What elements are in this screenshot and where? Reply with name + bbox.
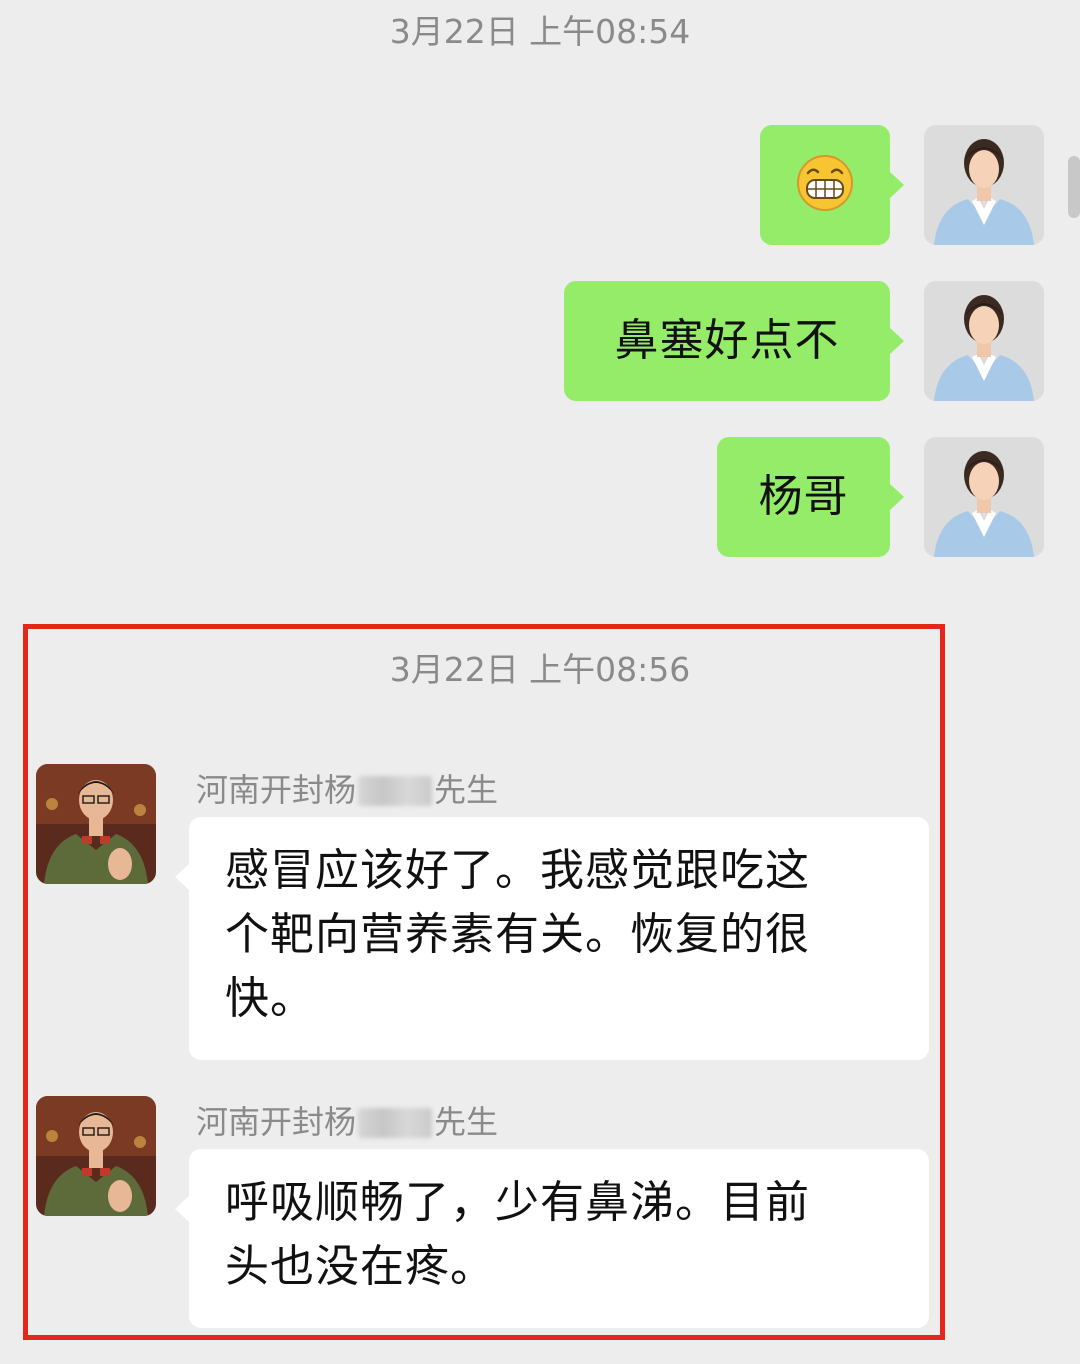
sender-name: 河南开封杨 先生 xyxy=(196,770,498,810)
sender-name-prefix: 河南开封杨 xyxy=(196,1103,357,1141)
message-text-line: 头也没在疼。 xyxy=(225,1241,495,1292)
message-text-line: 个靶向营养素有关。恢复的很 xyxy=(225,909,810,960)
grinning-face-emoji-icon xyxy=(796,154,854,216)
redacted-name-blur xyxy=(358,1108,433,1138)
sender-name: 河南开封杨 先生 xyxy=(196,1102,498,1142)
timestamp: 3月22日 上午08:54 xyxy=(389,12,691,51)
scrollbar[interactable] xyxy=(1068,156,1080,218)
contact-avatar[interactable] xyxy=(36,764,156,884)
sender-name-prefix: 河南开封杨 xyxy=(196,771,357,809)
self-avatar[interactable] xyxy=(924,125,1044,245)
redacted-name-blur xyxy=(358,776,433,806)
contact-avatar[interactable] xyxy=(36,1096,156,1216)
message-bubble-outgoing[interactable]: 鼻塞好点不 xyxy=(564,281,904,401)
message-text-line: 呼吸顺畅了，少有鼻涕。目前 xyxy=(225,1177,810,1228)
message-text-line: 感冒应该好了。我感觉跟吃这 xyxy=(225,845,810,896)
message-bubble-incoming[interactable]: 呼吸顺畅了，少有鼻涕。目前 头也没在疼。 xyxy=(175,1149,929,1328)
message-text: 杨哥 xyxy=(758,471,849,522)
message-bubble-outgoing[interactable] xyxy=(760,125,904,245)
message-bubble-outgoing[interactable]: 杨哥 xyxy=(717,437,904,557)
message-bubble-incoming[interactable]: 感冒应该好了。我感觉跟吃这 个靶向营养素有关。恢复的很 快。 xyxy=(175,817,929,1060)
message-text: 鼻塞好点不 xyxy=(614,315,840,366)
self-avatar[interactable] xyxy=(924,437,1044,557)
message-text-line: 快。 xyxy=(225,973,315,1024)
sender-name-suffix: 先生 xyxy=(434,771,499,809)
timestamp: 3月22日 上午08:56 xyxy=(389,650,691,689)
sender-name-suffix: 先生 xyxy=(434,1103,499,1141)
self-avatar[interactable] xyxy=(924,281,1044,401)
